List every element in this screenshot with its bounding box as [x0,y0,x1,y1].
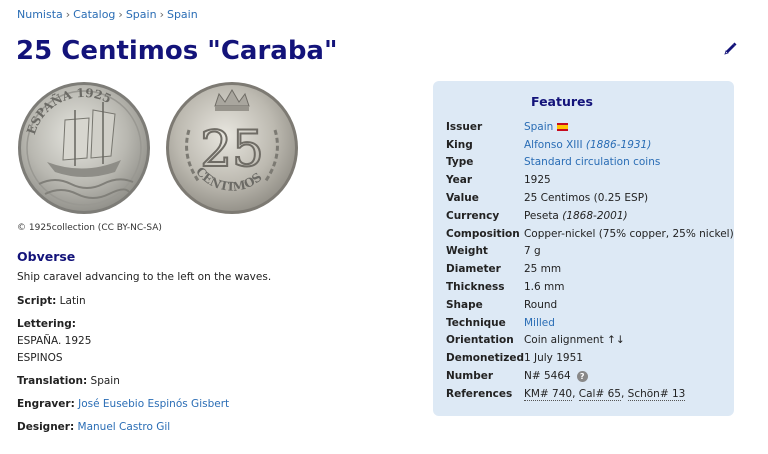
feature-label: Orientation [446,334,514,347]
page-title: 25 Centimos "Caraba" [16,36,338,66]
lettering-field: Lettering: ESPAÑA. 1925 ESPINOS [17,316,91,367]
currency-years: (1868-2001) [562,209,628,222]
script-value: Latin [59,295,86,307]
weight-value: 7 g [523,245,541,258]
feature-label: Type [446,156,474,169]
feature-label: Value [446,192,479,205]
orientation-value: Coin alignment ↑↓ [523,334,625,347]
feature-row-technique: Technique Milled [446,314,734,332]
issuer-link[interactable]: Spain [524,121,553,133]
breadcrumb: Numista › Catalog › Spain › Spain [17,8,198,21]
numista-number: N# 5464 [523,370,571,383]
face-value: 25 Centimos (0.25 ESP) [523,192,649,205]
type-link[interactable]: Standard circulation coins [524,156,660,168]
breadcrumb-separator: › [159,8,164,21]
feature-label: Diameter [446,263,501,276]
engraver-label: Engraver: [17,398,75,410]
feature-label: King [446,138,473,151]
feature-label: Composition [446,227,520,240]
feature-label: Weight [446,245,488,258]
demonetized-value: 1 July 1951 [523,352,583,365]
feature-row-issuer: Issuer Spain [446,118,734,136]
feature-row-currency: Currency Peseta (1868-2001) [446,207,734,225]
lettering-line-1: ESPAÑA. 1925 [17,335,92,347]
diameter-value: 25 mm [523,263,562,276]
breadcrumb-spain-period[interactable]: Spain [167,8,198,21]
feature-row-king: King Alfonso XIII (1886-1931) [446,136,734,154]
feature-label: Number [446,370,494,383]
feature-row-diameter: Diameter 25 mm [446,260,734,278]
breadcrumb-numista[interactable]: Numista [17,8,63,21]
year-value: 1925 [523,174,551,187]
reference-km[interactable]: KM# 740 [523,387,573,401]
feature-label: Issuer [446,120,483,133]
reverse-value: 25 [200,120,264,178]
feature-row-orientation: Orientation Coin alignment ↑↓ [446,332,734,350]
lettering-line-2: ESPINOS [17,352,63,364]
lettering-label: Lettering: [17,318,76,330]
features-heading: Features [531,94,593,109]
king-years: (1886-1931) [585,138,652,151]
feature-row-type: Type Standard circulation coins [446,154,734,172]
currency-value: Peseta [523,209,559,222]
features-table: Issuer Spain King Alfonso XIII (1886-193… [446,118,734,403]
breadcrumb-separator: › [65,8,71,21]
edit-pencil-icon[interactable] [722,41,738,57]
king-name: Alfonso XIII [523,138,583,151]
technique-link[interactable]: Milled [524,317,555,329]
feature-row-value: Value 25 Centimos (0.25 ESP) [446,189,734,207]
translation-value: Spain [90,375,120,387]
feature-row-weight: Weight 7 g [446,243,734,261]
breadcrumb-separator: › [118,8,123,21]
obverse-heading: Obverse [17,249,76,264]
feature-row-references: References KM# 740, Cal# 65, Schön# 13 [446,385,734,403]
thickness-value: 1.6 mm [523,281,565,294]
feature-label: References [446,387,513,400]
reference-schon[interactable]: Schön# 13 [627,387,686,401]
designer-field: Designer: Manuel Castro Gil [17,419,170,436]
translation-field: Translation: Spain [17,373,120,390]
image-copyright: © 1925collection (CC BY-NC-SA) [17,223,162,233]
help-icon[interactable]: ? [576,370,588,382]
feature-label: Shape [446,298,483,311]
feature-row-number: Number N# 5464? [446,367,734,385]
engraver-link[interactable]: José Eusebio Espinós Gisbert [78,398,229,410]
feature-label: Demonetized [446,352,524,365]
feature-row-thickness: Thickness 1.6 mm [446,278,734,296]
feature-label: Technique [446,316,506,329]
script-label: Script: [17,295,57,307]
shape-value: Round [523,298,558,311]
feature-label: Year [446,174,473,187]
reference-cal[interactable]: Cal# 65 [578,387,621,401]
designer-label: Designer: [17,421,75,433]
feature-row-demonetized: Demonetized 1 July 1951 [446,349,734,367]
designer-link[interactable]: Manuel Castro Gil [78,421,171,433]
composition-value: Copper-nickel (75% copper, 25% nickel) [523,227,734,240]
coin-obverse-image[interactable]: ESPAÑA 1925 [15,80,153,216]
feature-label: Thickness [446,281,505,294]
breadcrumb-catalog[interactable]: Catalog [73,8,115,21]
breadcrumb-spain-issuer[interactable]: Spain [126,8,157,21]
spain-flag-icon [557,122,569,131]
king-link[interactable]: Alfonso XIII (1886-1931) [524,139,651,151]
script-field: Script: Latin [17,293,86,310]
engraver-field: Engraver: José Eusebio Espinós Gisbert [17,396,229,413]
coin-reverse-image[interactable]: 25 CENTIMOS [163,80,301,216]
feature-row-shape: Shape Round [446,296,734,314]
feature-row-composition: Composition Copper-nickel (75% copper, 2… [446,225,734,243]
features-panel: Features Issuer Spain King Alfonso XIII … [433,81,734,416]
feature-row-year: Year 1925 [446,171,734,189]
obverse-description: Ship caravel advancing to the left on th… [17,271,272,283]
feature-label: Currency [446,209,500,222]
translation-label: Translation: [17,375,88,387]
